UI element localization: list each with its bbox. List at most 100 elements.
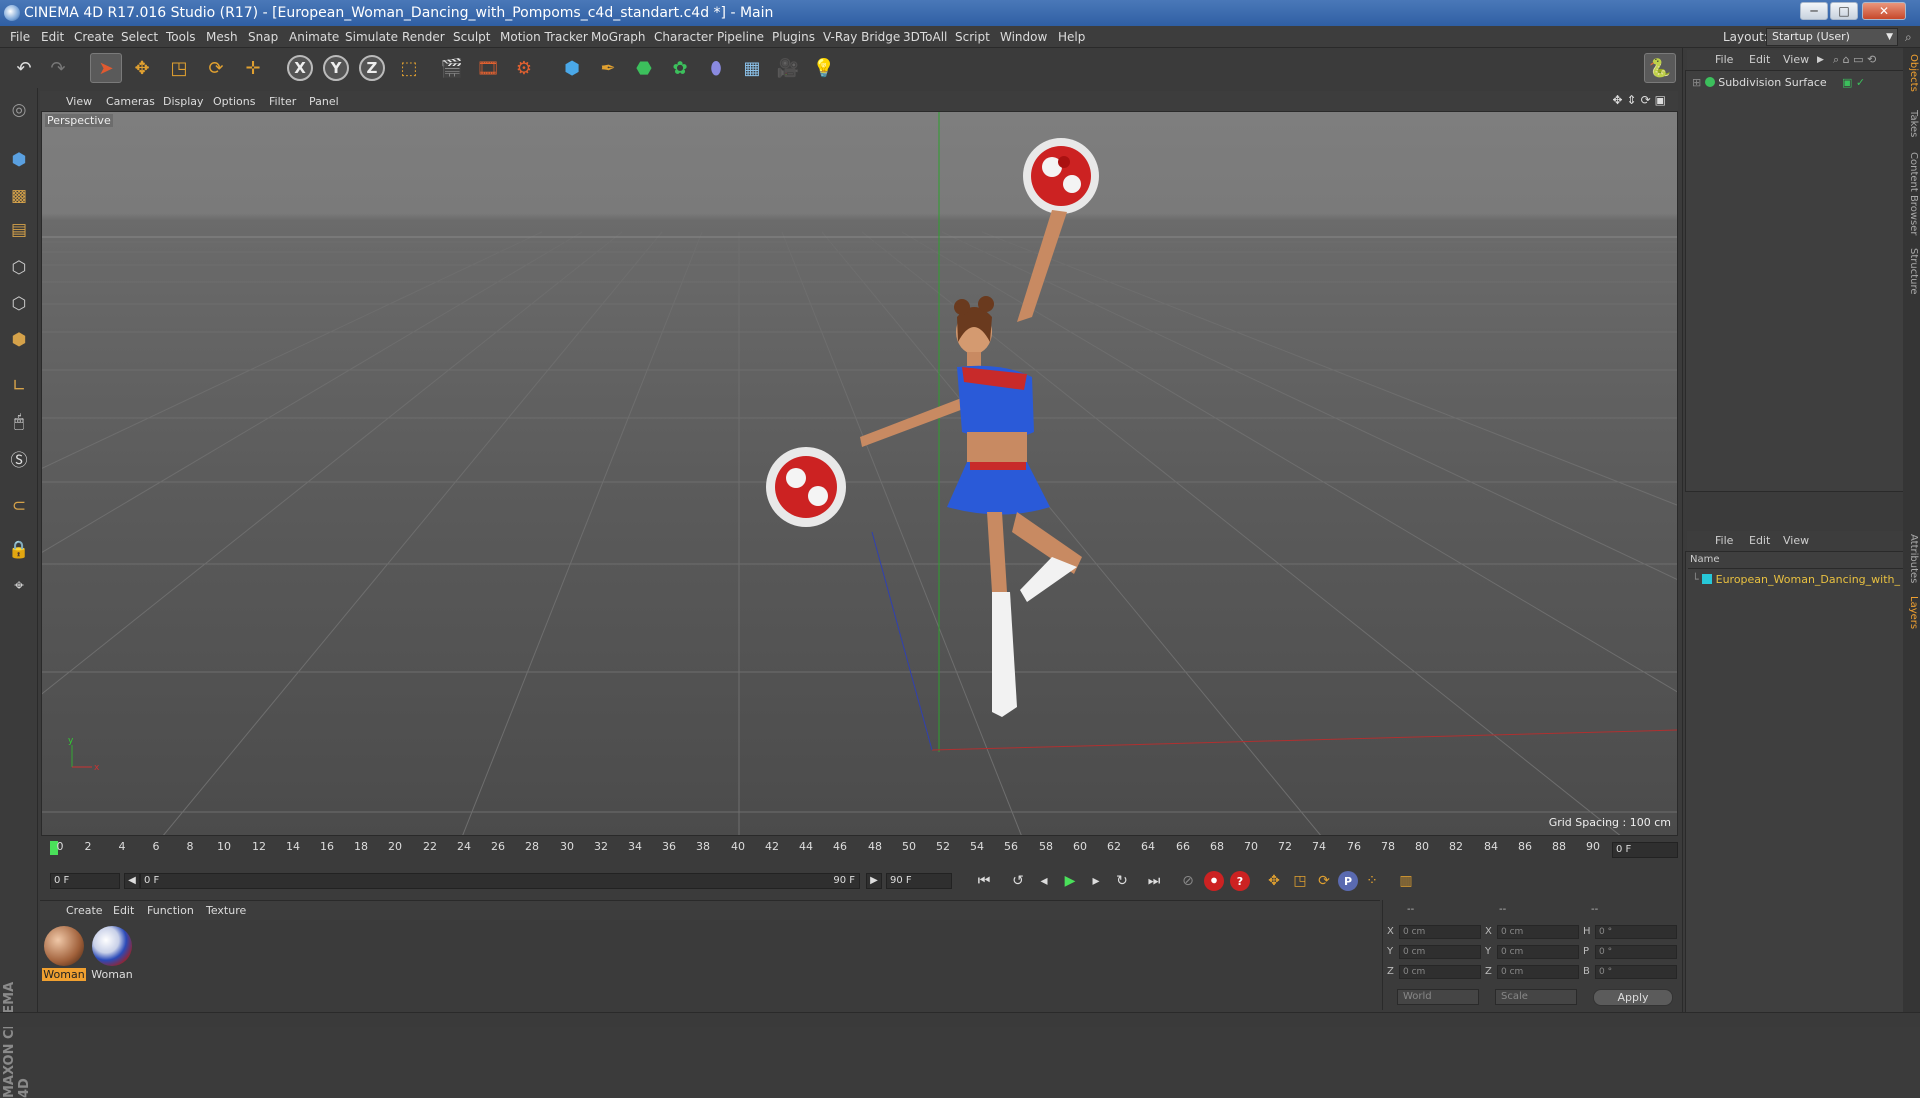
scale-tool-icon[interactable]: ◳ [163,53,195,83]
go-to-start-icon[interactable]: ⏮ [972,870,996,892]
move-tool-icon[interactable]: ✥ [126,53,158,83]
render-settings-icon[interactable]: ⚙ [508,53,540,83]
rot-h-field[interactable]: 0 ° [1595,925,1677,939]
make-editable-icon[interactable]: ◎ [5,96,33,124]
menu-file[interactable]: File [10,26,30,48]
transform-mode-dropdown[interactable]: Scale [1495,989,1577,1005]
array-icon[interactable]: ✿ [664,53,696,83]
coordinate-system-icon[interactable]: ⬚ [393,53,425,83]
menu-tools[interactable]: Tools [166,26,196,48]
redo-icon[interactable]: ↷ [42,53,74,83]
close-button[interactable]: ✕ [1862,2,1906,20]
menu-simulate[interactable]: Simulate [345,26,398,48]
menu-render[interactable]: Render [402,26,445,48]
spline-pen-icon[interactable]: ✒ [592,53,624,83]
camera-icon[interactable]: 🎥 [772,53,804,83]
menu-script[interactable]: Script [955,26,990,48]
material-swatch[interactable]: Woman [90,924,134,981]
range-right-arrow-icon[interactable]: ▶ [866,873,882,889]
current-frame-field[interactable]: 0 F [50,873,120,889]
tab-layers[interactable]: Layers [1905,596,1919,629]
timeline-ruler[interactable]: 0 2 4 6 8 10 12 14 16 18 20 22 24 26 28 … [40,838,1608,858]
edges-mode-icon[interactable]: ⬡ [5,290,33,318]
menu-plugins[interactable]: Plugins [772,26,815,48]
render-view-icon[interactable]: 🎬 [436,53,468,83]
light-icon[interactable]: 💡 [808,53,840,83]
render-picture-viewer-icon[interactable]: 🎞 [472,53,504,83]
material-menu-texture[interactable]: Texture [206,901,246,921]
range-left-arrow-icon[interactable]: ◀ [124,873,140,889]
floor-icon[interactable]: ▦ [736,53,768,83]
key-pla-icon[interactable]: ⁘ [1360,870,1384,892]
menu-3dtoall[interactable]: 3DToAll [903,26,947,48]
objects-menu-edit[interactable]: Edit [1749,50,1770,70]
layout-dropdown[interactable]: Startup (User) ▼ [1766,28,1898,46]
lock-workplane-icon[interactable]: 🔒 [5,536,33,564]
subdivision-surface-icon[interactable]: ⬣ [628,53,660,83]
menu-create[interactable]: Create [74,26,114,48]
menu-window[interactable]: Window [1000,26,1047,48]
autokey-icon[interactable]: ⏺ [1202,870,1226,892]
z-axis-lock-button[interactable]: Z [356,53,388,83]
size-z-field[interactable]: 0 cm [1497,965,1579,979]
tab-objects[interactable]: Objects [1905,54,1919,92]
rotate-tool-icon[interactable]: ⟳ [200,53,232,83]
planar-workplane-icon[interactable]: ⌖ [5,572,33,600]
menu-snap[interactable]: Snap [248,26,278,48]
size-y-field[interactable]: 0 cm [1497,945,1579,959]
snap-icon[interactable]: Ⓢ [5,444,33,472]
menu-edit[interactable]: Edit [41,26,64,48]
key-scale-icon[interactable]: ◳ [1288,870,1312,892]
visibility-check-icon[interactable]: ▣ ✓ [1842,75,1865,91]
viewport-menu-filter[interactable]: Filter [269,91,296,113]
undo-icon[interactable]: ↶ [8,53,40,83]
axis-mode-icon[interactable]: ∟ [5,372,33,400]
viewport-menu-cameras[interactable]: Cameras [106,91,155,113]
objects-toolbar-icons[interactable]: ⌕ ⌂ ▭ ⟲ [1833,50,1876,70]
max-frame-field[interactable]: 90 F [886,873,952,889]
objects-menu-file[interactable]: File [1715,50,1733,70]
polygons-mode-icon[interactable]: ⬢ [5,326,33,354]
rot-b-field[interactable]: 0 ° [1595,965,1677,979]
menu-vray-bridge[interactable]: V-Ray Bridge [823,26,900,48]
rot-p-field[interactable]: 0 ° [1595,945,1677,959]
python-icon[interactable]: 🐍 [1644,53,1676,83]
frame-range-slider[interactable]: 0 F 90 F [140,873,860,889]
object-row[interactable]: ⊞ Subdivision Surface ▣ ✓ [1692,75,1892,91]
menu-help[interactable]: Help [1058,26,1085,48]
menu-mesh[interactable]: Mesh [206,26,238,48]
material-menu-edit[interactable]: Edit [113,901,134,921]
layers-menu-edit[interactable]: Edit [1749,531,1770,551]
viewport-menu-display[interactable]: Display [163,91,204,113]
expand-icon[interactable]: ⊞ [1692,76,1701,89]
go-to-end-icon[interactable]: ⏭ [1142,870,1166,892]
material-swatch[interactable]: Woman [42,924,86,981]
x-axis-lock-button[interactable]: X [284,53,316,83]
menu-overflow-icon[interactable]: ▶ [1817,50,1824,70]
previous-frame-icon[interactable]: ◂ [1032,870,1056,892]
menu-select[interactable]: Select [121,26,158,48]
perspective-viewport[interactable]: y x Perspective Grid Spacing : 100 cm [41,111,1678,836]
menu-character[interactable]: Character [654,26,713,48]
tweak-mode-icon[interactable]: 🖱 [5,408,33,436]
key-position-icon[interactable]: ✥ [1262,870,1286,892]
viewport-navigation-icons[interactable]: ✥⇕⟳▣ [1612,93,1670,107]
key-parameter-icon[interactable]: P [1336,870,1360,892]
apply-button[interactable]: Apply [1593,989,1673,1006]
menu-mograph[interactable]: MoGraph [591,26,646,48]
record-keys-icon[interactable]: ⊘ [1176,870,1200,892]
menu-sculpt[interactable]: Sculpt [453,26,490,48]
tab-takes[interactable]: Takes [1905,110,1919,137]
search-icon[interactable]: ⌕ [1905,26,1912,48]
end-frame-display[interactable]: 0 F [1612,842,1678,858]
live-selection-icon[interactable]: ➤ [90,53,122,83]
keyframe-selection-icon[interactable]: ? [1228,870,1252,892]
points-mode-icon[interactable]: ⬡ [5,254,33,282]
coordinate-mode-dropdown[interactable]: World [1397,989,1479,1005]
tab-attributes[interactable]: Attributes [1905,534,1919,583]
texture-mode-icon[interactable]: ▩ [5,182,33,210]
viewport-menu-view[interactable]: View [66,91,92,113]
material-menu-create[interactable]: Create [66,901,103,921]
tab-structure[interactable]: Structure [1905,248,1919,295]
menu-motion-tracker[interactable]: Motion Tracker [500,26,588,48]
